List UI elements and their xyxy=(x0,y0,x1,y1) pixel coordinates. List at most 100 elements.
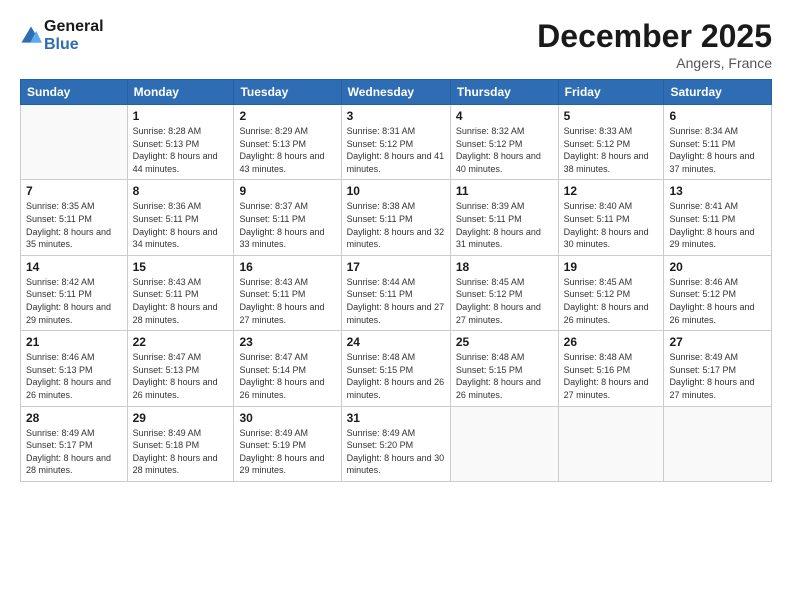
table-row: 5 Sunrise: 8:33 AM Sunset: 5:12 PM Dayli… xyxy=(558,105,664,180)
day-number: 11 xyxy=(456,184,553,198)
day-number: 23 xyxy=(239,335,335,349)
col-sunday: Sunday xyxy=(21,80,128,105)
day-info: Sunrise: 8:47 AM Sunset: 5:13 PM Dayligh… xyxy=(133,351,229,401)
day-info: Sunrise: 8:42 AM Sunset: 5:11 PM Dayligh… xyxy=(26,276,122,326)
day-number: 16 xyxy=(239,260,335,274)
day-info: Sunrise: 8:28 AM Sunset: 5:13 PM Dayligh… xyxy=(133,125,229,175)
day-number: 5 xyxy=(564,109,659,123)
day-info: Sunrise: 8:41 AM Sunset: 5:11 PM Dayligh… xyxy=(669,200,766,250)
day-info: Sunrise: 8:34 AM Sunset: 5:11 PM Dayligh… xyxy=(669,125,766,175)
table-row: 18 Sunrise: 8:45 AM Sunset: 5:12 PM Dayl… xyxy=(450,255,558,330)
day-number: 18 xyxy=(456,260,553,274)
logo-blue: Blue xyxy=(44,36,104,54)
table-row: 7 Sunrise: 8:35 AM Sunset: 5:11 PM Dayli… xyxy=(21,180,128,255)
day-info: Sunrise: 8:44 AM Sunset: 5:11 PM Dayligh… xyxy=(347,276,445,326)
day-number: 22 xyxy=(133,335,229,349)
table-row: 23 Sunrise: 8:47 AM Sunset: 5:14 PM Dayl… xyxy=(234,331,341,406)
day-info: Sunrise: 8:35 AM Sunset: 5:11 PM Dayligh… xyxy=(26,200,122,250)
day-info: Sunrise: 8:49 AM Sunset: 5:19 PM Dayligh… xyxy=(239,427,335,477)
logo-general: General xyxy=(44,18,104,36)
calendar-week-row: 1 Sunrise: 8:28 AM Sunset: 5:13 PM Dayli… xyxy=(21,105,772,180)
day-number: 24 xyxy=(347,335,445,349)
day-number: 14 xyxy=(26,260,122,274)
day-number: 12 xyxy=(564,184,659,198)
day-info: Sunrise: 8:46 AM Sunset: 5:13 PM Dayligh… xyxy=(26,351,122,401)
table-row xyxy=(558,406,664,481)
day-number: 27 xyxy=(669,335,766,349)
table-row: 30 Sunrise: 8:49 AM Sunset: 5:19 PM Dayl… xyxy=(234,406,341,481)
logo-icon xyxy=(20,25,42,47)
table-row: 21 Sunrise: 8:46 AM Sunset: 5:13 PM Dayl… xyxy=(21,331,128,406)
calendar-header-row: Sunday Monday Tuesday Wednesday Thursday… xyxy=(21,80,772,105)
day-info: Sunrise: 8:45 AM Sunset: 5:12 PM Dayligh… xyxy=(456,276,553,326)
month-title: December 2025 xyxy=(537,18,772,55)
table-row: 1 Sunrise: 8:28 AM Sunset: 5:13 PM Dayli… xyxy=(127,105,234,180)
day-number: 20 xyxy=(669,260,766,274)
table-row: 13 Sunrise: 8:41 AM Sunset: 5:11 PM Dayl… xyxy=(664,180,772,255)
col-friday: Friday xyxy=(558,80,664,105)
calendar-week-row: 7 Sunrise: 8:35 AM Sunset: 5:11 PM Dayli… xyxy=(21,180,772,255)
day-number: 25 xyxy=(456,335,553,349)
table-row: 4 Sunrise: 8:32 AM Sunset: 5:12 PM Dayli… xyxy=(450,105,558,180)
day-number: 21 xyxy=(26,335,122,349)
day-info: Sunrise: 8:48 AM Sunset: 5:16 PM Dayligh… xyxy=(564,351,659,401)
calendar-week-row: 14 Sunrise: 8:42 AM Sunset: 5:11 PM Dayl… xyxy=(21,255,772,330)
table-row: 11 Sunrise: 8:39 AM Sunset: 5:11 PM Dayl… xyxy=(450,180,558,255)
page: General Blue December 2025 Angers, Franc… xyxy=(0,0,792,612)
table-row: 8 Sunrise: 8:36 AM Sunset: 5:11 PM Dayli… xyxy=(127,180,234,255)
day-number: 30 xyxy=(239,411,335,425)
day-number: 31 xyxy=(347,411,445,425)
table-row: 10 Sunrise: 8:38 AM Sunset: 5:11 PM Dayl… xyxy=(341,180,450,255)
day-info: Sunrise: 8:43 AM Sunset: 5:11 PM Dayligh… xyxy=(239,276,335,326)
col-wednesday: Wednesday xyxy=(341,80,450,105)
day-number: 8 xyxy=(133,184,229,198)
day-info: Sunrise: 8:39 AM Sunset: 5:11 PM Dayligh… xyxy=(456,200,553,250)
location: Angers, France xyxy=(537,55,772,71)
day-info: Sunrise: 8:49 AM Sunset: 5:18 PM Dayligh… xyxy=(133,427,229,477)
table-row xyxy=(450,406,558,481)
table-row: 24 Sunrise: 8:48 AM Sunset: 5:15 PM Dayl… xyxy=(341,331,450,406)
table-row: 15 Sunrise: 8:43 AM Sunset: 5:11 PM Dayl… xyxy=(127,255,234,330)
table-row: 14 Sunrise: 8:42 AM Sunset: 5:11 PM Dayl… xyxy=(21,255,128,330)
day-number: 19 xyxy=(564,260,659,274)
day-number: 7 xyxy=(26,184,122,198)
logo: General Blue xyxy=(20,18,104,55)
day-number: 28 xyxy=(26,411,122,425)
col-tuesday: Tuesday xyxy=(234,80,341,105)
table-row: 26 Sunrise: 8:48 AM Sunset: 5:16 PM Dayl… xyxy=(558,331,664,406)
day-info: Sunrise: 8:40 AM Sunset: 5:11 PM Dayligh… xyxy=(564,200,659,250)
table-row: 31 Sunrise: 8:49 AM Sunset: 5:20 PM Dayl… xyxy=(341,406,450,481)
day-info: Sunrise: 8:33 AM Sunset: 5:12 PM Dayligh… xyxy=(564,125,659,175)
table-row: 28 Sunrise: 8:49 AM Sunset: 5:17 PM Dayl… xyxy=(21,406,128,481)
table-row: 19 Sunrise: 8:45 AM Sunset: 5:12 PM Dayl… xyxy=(558,255,664,330)
table-row: 2 Sunrise: 8:29 AM Sunset: 5:13 PM Dayli… xyxy=(234,105,341,180)
table-row: 9 Sunrise: 8:37 AM Sunset: 5:11 PM Dayli… xyxy=(234,180,341,255)
day-info: Sunrise: 8:49 AM Sunset: 5:17 PM Dayligh… xyxy=(669,351,766,401)
day-number: 1 xyxy=(133,109,229,123)
day-info: Sunrise: 8:48 AM Sunset: 5:15 PM Dayligh… xyxy=(456,351,553,401)
day-number: 29 xyxy=(133,411,229,425)
day-info: Sunrise: 8:46 AM Sunset: 5:12 PM Dayligh… xyxy=(669,276,766,326)
day-info: Sunrise: 8:29 AM Sunset: 5:13 PM Dayligh… xyxy=(239,125,335,175)
day-number: 2 xyxy=(239,109,335,123)
col-saturday: Saturday xyxy=(664,80,772,105)
table-row: 6 Sunrise: 8:34 AM Sunset: 5:11 PM Dayli… xyxy=(664,105,772,180)
table-row: 16 Sunrise: 8:43 AM Sunset: 5:11 PM Dayl… xyxy=(234,255,341,330)
day-info: Sunrise: 8:47 AM Sunset: 5:14 PM Dayligh… xyxy=(239,351,335,401)
header: General Blue December 2025 Angers, Franc… xyxy=(20,18,772,71)
table-row: 27 Sunrise: 8:49 AM Sunset: 5:17 PM Dayl… xyxy=(664,331,772,406)
day-info: Sunrise: 8:49 AM Sunset: 5:17 PM Dayligh… xyxy=(26,427,122,477)
table-row: 22 Sunrise: 8:47 AM Sunset: 5:13 PM Dayl… xyxy=(127,331,234,406)
title-block: December 2025 Angers, France xyxy=(537,18,772,71)
table-row xyxy=(664,406,772,481)
day-info: Sunrise: 8:43 AM Sunset: 5:11 PM Dayligh… xyxy=(133,276,229,326)
table-row: 25 Sunrise: 8:48 AM Sunset: 5:15 PM Dayl… xyxy=(450,331,558,406)
day-number: 6 xyxy=(669,109,766,123)
table-row xyxy=(21,105,128,180)
col-monday: Monday xyxy=(127,80,234,105)
table-row: 29 Sunrise: 8:49 AM Sunset: 5:18 PM Dayl… xyxy=(127,406,234,481)
table-row: 20 Sunrise: 8:46 AM Sunset: 5:12 PM Dayl… xyxy=(664,255,772,330)
day-number: 15 xyxy=(133,260,229,274)
calendar-week-row: 28 Sunrise: 8:49 AM Sunset: 5:17 PM Dayl… xyxy=(21,406,772,481)
day-info: Sunrise: 8:36 AM Sunset: 5:11 PM Dayligh… xyxy=(133,200,229,250)
